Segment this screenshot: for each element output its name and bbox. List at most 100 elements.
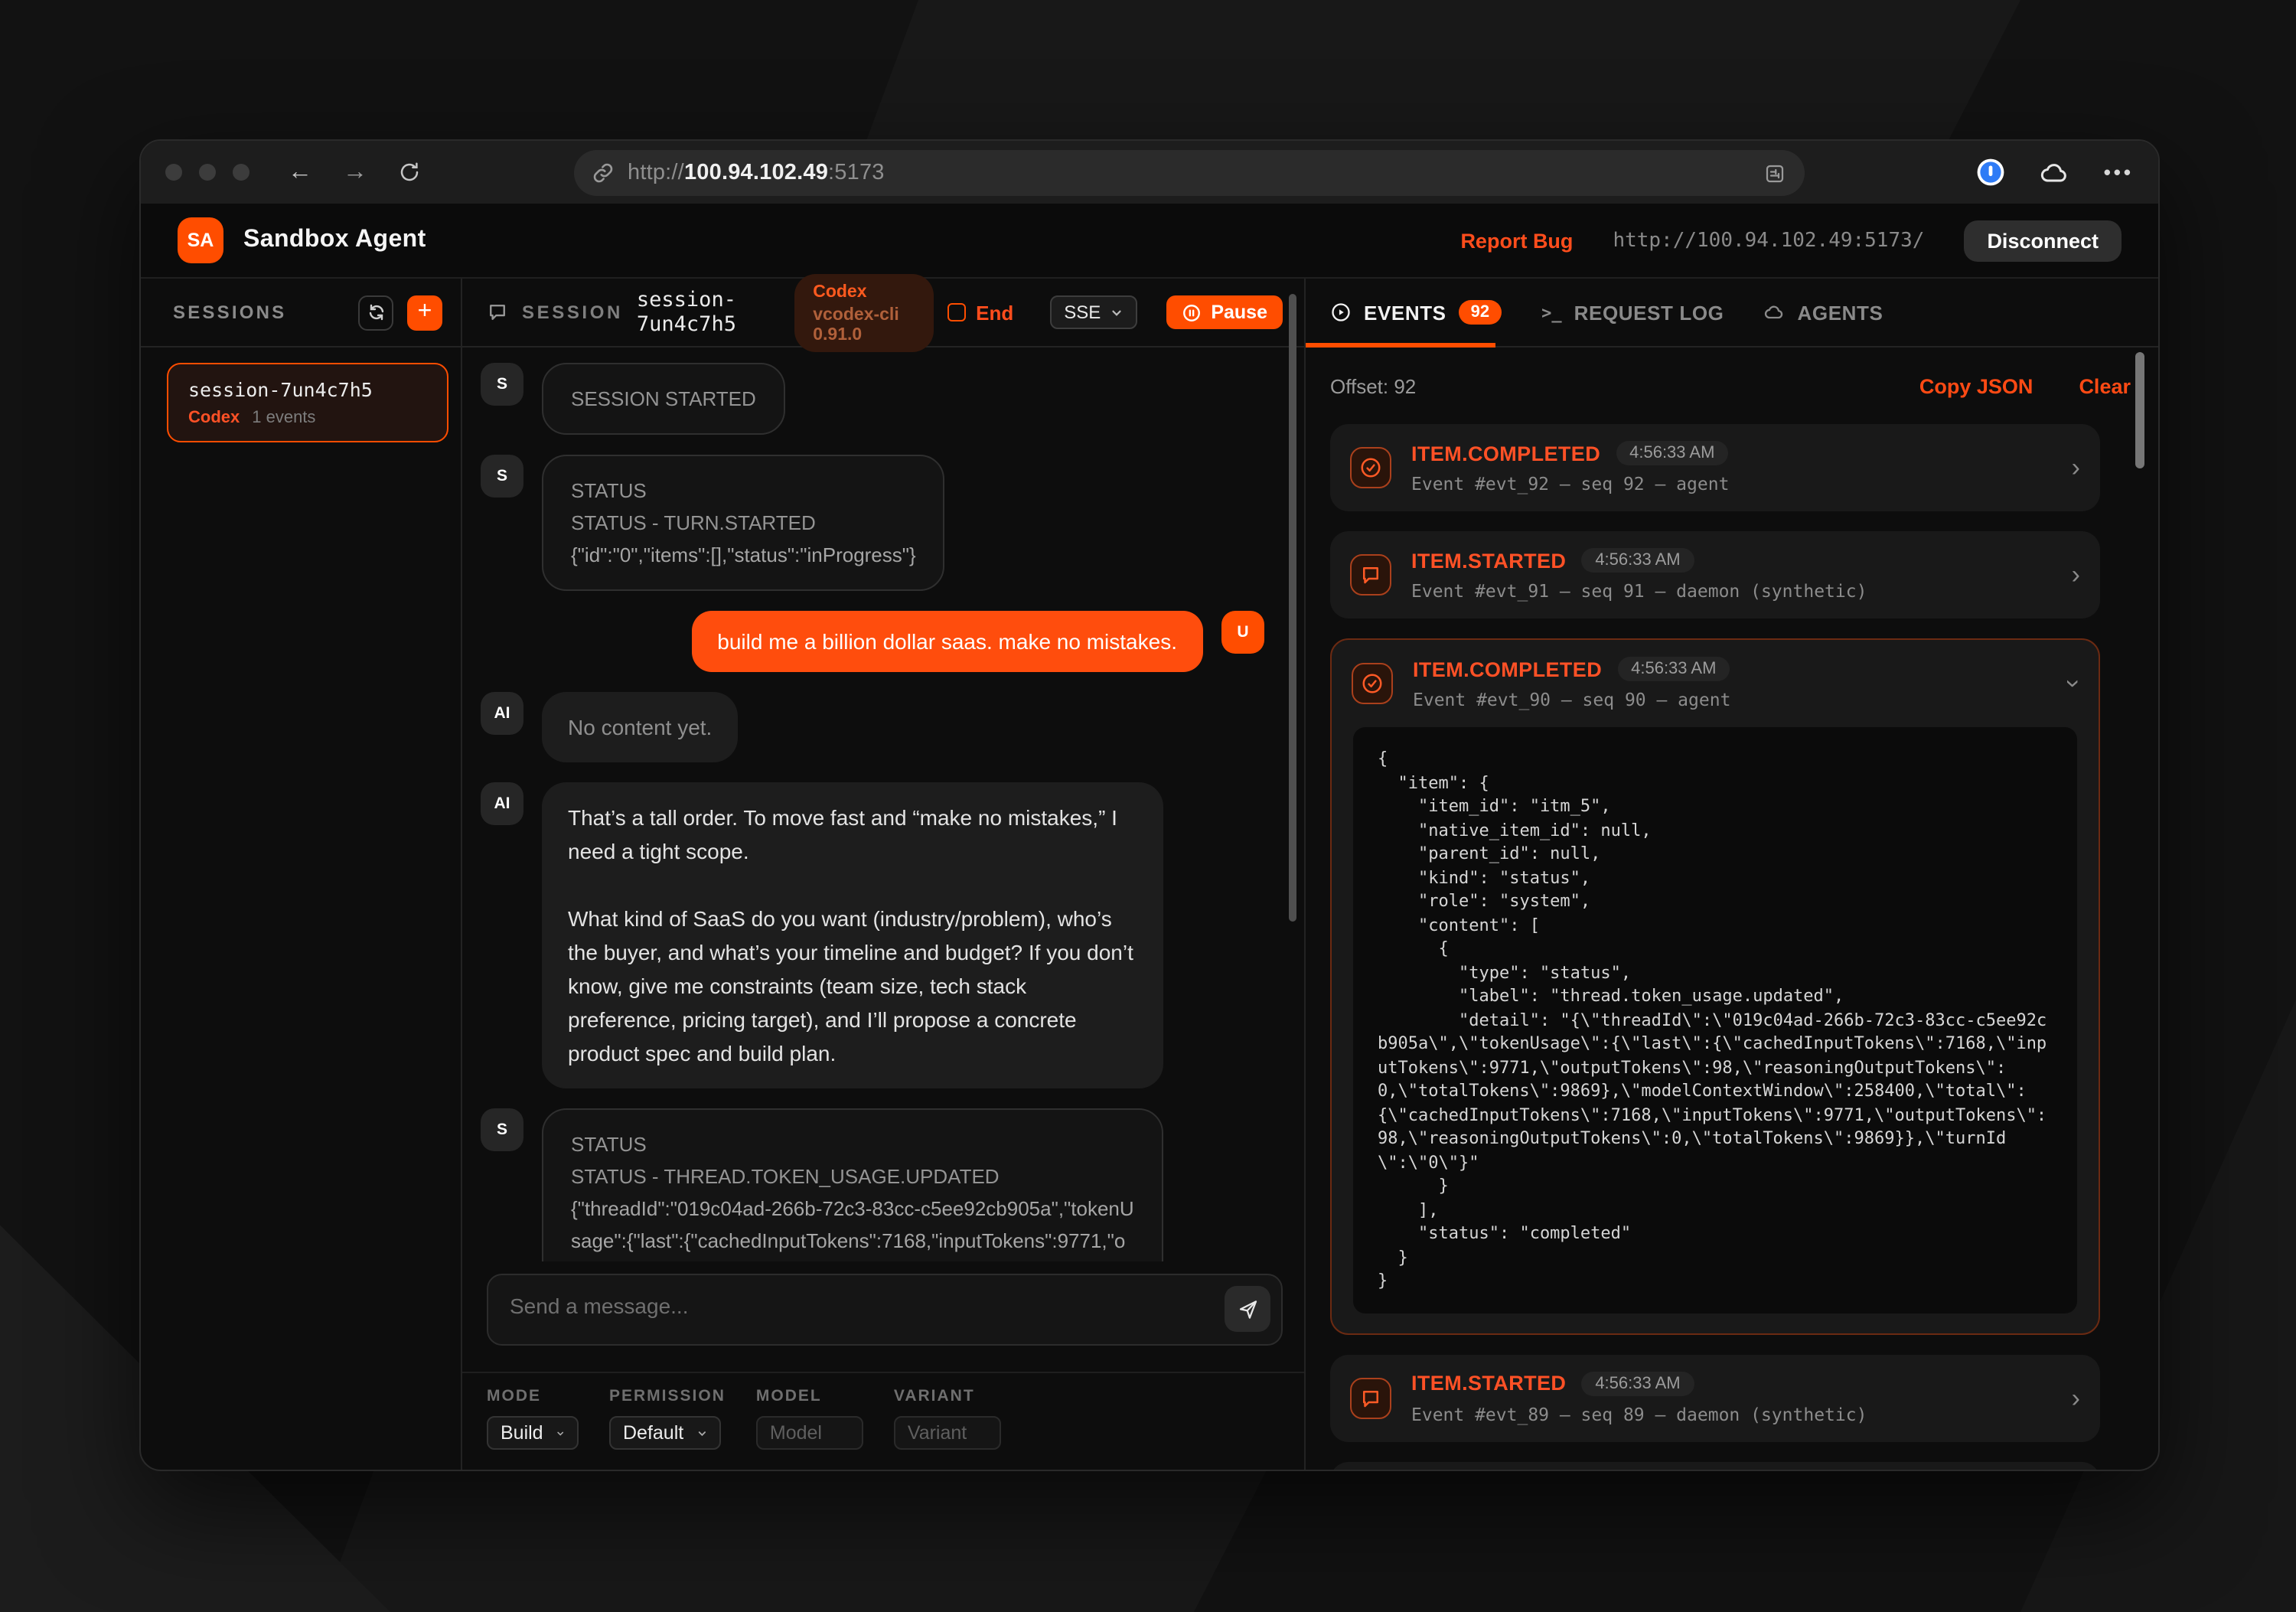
variant-group: VARIANT <box>894 1387 1001 1470</box>
message-ai-reply: AI That’s a tall order. To move fast and… <box>481 782 1304 1088</box>
avatar: S <box>481 1108 523 1151</box>
session-name: session-7un4c7h5 <box>188 378 427 401</box>
model-label: MODEL <box>756 1387 863 1405</box>
traffic-light-minimize[interactable] <box>199 164 216 181</box>
events-scrollbar[interactable] <box>2135 352 2144 468</box>
chevron-down-icon <box>696 1426 707 1440</box>
browser-window: ← → http://100.94.102.49:5173 ••• SA San… <box>139 139 2160 1471</box>
send-icon <box>1236 1297 1259 1320</box>
browser-chrome: ← → http://100.94.102.49:5173 ••• <box>141 141 2158 204</box>
events-toolbar: Offset: 92 Copy JSON Clear <box>1306 348 2158 424</box>
event-json-payload: { "item": { "item_id": "itm_5", "native_… <box>1353 727 2077 1313</box>
reload-icon[interactable] <box>398 161 421 184</box>
copy-json-button[interactable]: Copy JSON <box>1919 374 2033 397</box>
chevron-down-icon <box>556 1426 565 1440</box>
tab-request-log[interactable]: >_ REQUEST LOG <box>1541 301 1724 324</box>
end-checkbox[interactable] <box>947 303 965 321</box>
disconnect-button[interactable]: Disconnect <box>1964 220 2122 261</box>
message-list[interactable]: S SESSION STARTED S STATUS STATUS - TURN… <box>462 348 1304 1261</box>
offset-text: Offset: 92 <box>1330 374 1416 397</box>
pause-button[interactable]: Pause <box>1166 295 1283 329</box>
chevron-down-icon <box>1110 305 1124 319</box>
link-icon <box>592 162 614 184</box>
new-session-button[interactable]: + <box>407 295 442 330</box>
send-button[interactable] <box>1225 1286 1270 1332</box>
ai-bubble: No content yet. <box>542 692 738 762</box>
message-input[interactable] <box>487 1274 1283 1346</box>
refresh-sessions-button[interactable] <box>358 295 393 330</box>
traffic-light-zoom[interactable] <box>233 164 249 181</box>
mode-label: MODE <box>487 1387 579 1405</box>
session-list-item[interactable]: session-7un4c7h5 Codex 1 events <box>167 363 448 442</box>
permission-select[interactable]: Default <box>609 1416 721 1450</box>
traffic-light-close[interactable] <box>165 164 182 181</box>
agent-version-badge: Codex vcodex-cli 0.91.0 <box>794 273 933 351</box>
variant-label: VARIANT <box>894 1387 1001 1405</box>
item-started-icon <box>1350 554 1391 596</box>
sessions-title: SESSIONS <box>173 302 286 323</box>
item-completed-icon <box>1350 447 1391 488</box>
back-icon[interactable]: ← <box>288 160 312 184</box>
sessions-sidebar: SESSIONS + session-7un4c7h5 Codex 1 even… <box>141 279 462 1470</box>
ai-bubble: That’s a tall order. To move fast and “m… <box>542 782 1163 1088</box>
clear-button[interactable]: Clear <box>2079 374 2131 397</box>
app-logo: SA <box>178 217 223 263</box>
message-status-turn-started: S STATUS STATUS - TURN.STARTED {"id":"0"… <box>481 455 1304 591</box>
event-card[interactable]: ITEM.COMPLETED 4:56:33 AM Event #evt_88 … <box>1330 1461 2100 1470</box>
user-avatar: U <box>1221 611 1264 654</box>
variant-input[interactable] <box>894 1416 1001 1450</box>
tab-events[interactable]: EVENTS 92 <box>1330 300 1502 325</box>
url-text: http://100.94.102.49:5173 <box>628 161 885 185</box>
event-card[interactable]: ITEM.COMPLETED 4:56:33 AM Event #evt_92 … <box>1330 424 2100 511</box>
ai-avatar: AI <box>481 782 523 825</box>
session-agent-label: Codex <box>188 409 240 427</box>
events-count-badge: 92 <box>1459 300 1502 325</box>
session-label: SESSION <box>522 302 623 323</box>
stream-mode-select[interactable]: SSE <box>1050 295 1137 329</box>
session-controls: MODE Build PERMISSION Default MODEL <box>462 1372 1304 1470</box>
message-ai-empty: AI No content yet. <box>481 692 1304 762</box>
chat-scrollbar[interactable] <box>1289 294 1296 922</box>
ai-avatar: AI <box>481 692 523 735</box>
chevron-down-icon: › <box>2061 679 2087 687</box>
event-card[interactable]: ITEM.STARTED 4:56:33 AM Event #evt_89 – … <box>1330 1354 2100 1441</box>
chat-bubble-icon <box>487 302 508 323</box>
chevron-right-icon: › <box>2072 562 2080 588</box>
cloud-icon <box>1764 302 1786 323</box>
pause-icon <box>1182 302 1202 322</box>
end-label[interactable]: End <box>976 301 1013 324</box>
event-card-expanded[interactable]: ITEM.COMPLETED 4:56:33 AM Event #evt_90 … <box>1330 638 2100 1334</box>
model-input[interactable] <box>756 1416 863 1450</box>
message-status-token-usage: S STATUS STATUS - THREAD.TOKEN_USAGE.UPD… <box>481 1108 1304 1261</box>
session-events-count: 1 events <box>252 409 315 427</box>
event-card[interactable]: ITEM.STARTED 4:56:33 AM Event #evt_91 – … <box>1330 531 2100 618</box>
app-header: SA Sandbox Agent Report Bug http://100.9… <box>141 204 2158 279</box>
server-url-text: http://100.94.102.49:5173/ <box>1613 229 1924 252</box>
session-id: session-7un4c7h5 <box>637 288 775 337</box>
mode-select[interactable]: Build <box>487 1416 579 1450</box>
app-title: Sandbox Agent <box>243 227 426 254</box>
terminal-icon: >_ <box>1541 302 1562 322</box>
active-tab-underline <box>1306 343 1495 348</box>
more-menu-icon[interactable]: ••• <box>2104 161 2134 184</box>
mode-group: MODE Build <box>487 1387 579 1470</box>
report-bug-link[interactable]: Report Bug <box>1460 229 1573 252</box>
tab-agents[interactable]: AGENTS <box>1764 301 1883 324</box>
item-started-icon <box>1350 1377 1391 1418</box>
event-list[interactable]: ITEM.COMPLETED 4:56:33 AM Event #evt_92 … <box>1306 424 2158 1470</box>
avatar: S <box>481 455 523 498</box>
events-panel: EVENTS 92 >_ REQUEST LOG AGENTS Offset: … <box>1306 279 2158 1470</box>
composer <box>462 1261 1304 1372</box>
onepassword-extension-icon[interactable] <box>1977 158 2006 187</box>
avatar: S <box>481 363 523 406</box>
refresh-icon <box>367 303 385 321</box>
url-bar[interactable]: http://100.94.102.49:5173 <box>574 150 1805 196</box>
system-bubble: STATUS STATUS - THREAD.TOKEN_USAGE.UPDAT… <box>542 1108 1163 1261</box>
chevron-right-icon: › <box>2072 1385 2080 1411</box>
system-bubble: STATUS STATUS - TURN.STARTED {"id":"0","… <box>542 455 945 591</box>
permission-label: PERMISSION <box>609 1387 726 1405</box>
forward-icon[interactable]: → <box>343 160 367 184</box>
system-bubble: SESSION STARTED <box>542 363 785 435</box>
reader-panel-icon[interactable] <box>1763 162 1786 184</box>
cloud-icon[interactable] <box>2040 157 2070 188</box>
